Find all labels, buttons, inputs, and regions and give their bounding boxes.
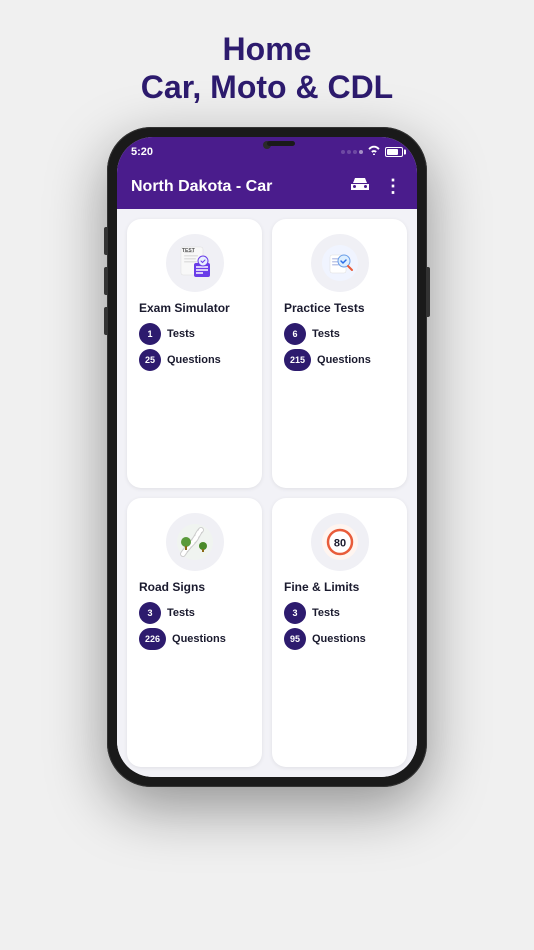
phone-frame: 5:20	[107, 127, 427, 787]
exam-simulator-icon-area: TEST	[139, 233, 250, 293]
status-icons	[341, 145, 403, 158]
battery-icon	[385, 147, 403, 157]
fine-limits-card[interactable]: 80 Fine & Limits 3 Tests 95 Questions	[272, 498, 407, 767]
road-signs-tests-stat: 3 Tests	[139, 602, 195, 624]
mute-button	[104, 307, 107, 335]
practice-questions-stat: 215 Questions	[284, 349, 371, 371]
power-button	[427, 267, 430, 317]
exam-tests-label: Tests	[167, 328, 195, 340]
nav-title: North Dakota - Car	[131, 178, 272, 196]
practice-questions-badge: 215	[284, 349, 311, 371]
practice-tests-label-stat: Tests	[312, 328, 340, 340]
exam-questions-label: Questions	[167, 354, 221, 366]
nav-icons: ⋮	[348, 172, 403, 201]
speaker	[267, 141, 295, 146]
volume-up-button	[104, 227, 107, 255]
fine-limits-tests-badge: 3	[284, 602, 306, 624]
exam-simulator-card[interactable]: TEST Exam Simulator 1	[127, 219, 262, 488]
road-signs-card[interactable]: Road Signs 3 Tests 226 Questions	[127, 498, 262, 767]
content-grid: TEST Exam Simulator 1	[117, 209, 417, 777]
svg-text:80: 80	[333, 537, 345, 549]
fine-limits-questions-badge: 95	[284, 628, 306, 650]
practice-tests-label: Practice Tests	[284, 301, 395, 315]
page-wrapper: Home Car, Moto & CDL 5:20	[0, 0, 534, 950]
road-signs-tests-label: Tests	[167, 607, 195, 619]
exam-simulator-label: Exam Simulator	[139, 301, 250, 315]
fine-limits-icon: 80	[311, 513, 369, 571]
road-signs-questions-badge: 226	[139, 628, 166, 650]
road-signs-questions-label: Questions	[172, 633, 226, 645]
page-title: Home Car, Moto & CDL	[141, 0, 393, 127]
signal-icon	[341, 150, 363, 154]
fine-limits-questions-label: Questions	[312, 633, 366, 645]
practice-tests-icon-area	[284, 233, 395, 293]
exam-tests-stat: 1 Tests	[139, 323, 195, 345]
volume-down-button	[104, 267, 107, 295]
road-signs-label: Road Signs	[139, 580, 250, 594]
fine-limits-icon-area: 80	[284, 512, 395, 572]
svg-text:TEST: TEST	[182, 248, 195, 254]
practice-tests-card[interactable]: Practice Tests 6 Tests 215 Questions	[272, 219, 407, 488]
fine-limits-tests-stat: 3 Tests	[284, 602, 340, 624]
wifi-icon	[367, 145, 381, 158]
exam-questions-badge: 25	[139, 349, 161, 371]
road-signs-questions-stat: 226 Questions	[139, 628, 226, 650]
exam-simulator-icon: TEST	[166, 234, 224, 292]
app-title: Home Car, Moto & CDL	[141, 30, 393, 107]
nav-bar: North Dakota - Car ⋮	[117, 165, 417, 209]
practice-tests-stat: 6 Tests	[284, 323, 340, 345]
road-signs-tests-badge: 3	[139, 602, 161, 624]
practice-tests-badge: 6	[284, 323, 306, 345]
fine-limits-questions-stat: 95 Questions	[284, 628, 366, 650]
exam-questions-stat: 25 Questions	[139, 349, 221, 371]
fine-limits-tests-label: Tests	[312, 607, 340, 619]
more-options-icon[interactable]: ⋮	[384, 176, 403, 197]
fine-limits-label: Fine & Limits	[284, 580, 395, 594]
exam-tests-badge: 1	[139, 323, 161, 345]
road-signs-icon-area	[139, 512, 250, 572]
road-signs-icon	[166, 513, 224, 571]
practice-questions-label: Questions	[317, 354, 371, 366]
phone-screen: 5:20	[117, 137, 417, 777]
status-time: 5:20	[131, 146, 153, 158]
car-icon[interactable]	[348, 172, 372, 201]
practice-tests-icon	[311, 234, 369, 292]
